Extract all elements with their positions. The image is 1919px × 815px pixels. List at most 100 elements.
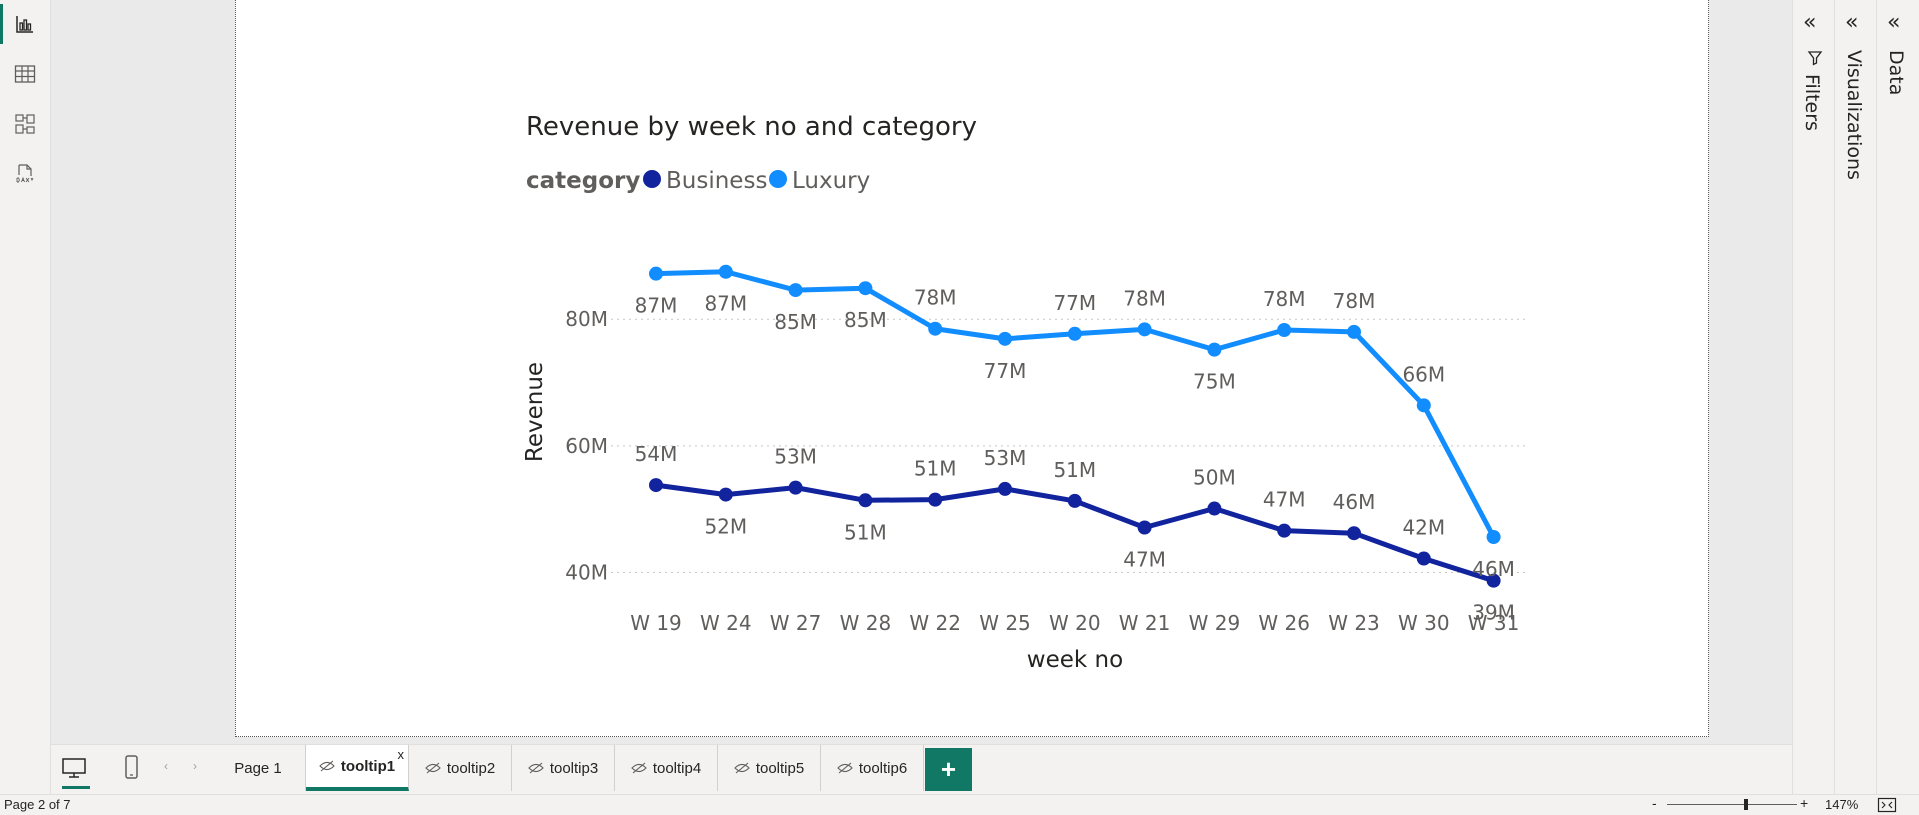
- page-tab-tooltip6[interactable]: tooltip6: [821, 745, 924, 791]
- chart-title: Revenue by week no and category: [526, 112, 977, 142]
- zoom-level: 147%: [1825, 797, 1859, 812]
- expand-data-icon[interactable]: «: [1887, 10, 1900, 35]
- data-label: Data: [1885, 50, 1907, 96]
- y-axis-ticks: 40M 60M 80M: [565, 307, 608, 584]
- fit-to-page-icon[interactable]: [1877, 797, 1897, 813]
- page-tab-label: tooltip3: [549, 759, 599, 777]
- model-view-button[interactable]: [0, 100, 50, 148]
- data-label: 85M: [774, 310, 817, 334]
- page-tab-label: Page 1: [234, 759, 282, 777]
- data-point[interactable]: [1347, 526, 1361, 541]
- data-point[interactable]: [1137, 520, 1152, 535]
- x-tick-label: W 25: [979, 611, 1031, 635]
- page-tab-tooltip3[interactable]: tooltip3: [512, 745, 615, 791]
- filters-pane[interactable]: « Filters: [1792, 0, 1834, 794]
- zoom-in-button[interactable]: +: [1800, 795, 1808, 811]
- hidden-page-icon: [837, 762, 853, 774]
- desktop-icon: [62, 758, 86, 778]
- data-point[interactable]: [718, 264, 733, 279]
- data-point[interactable]: [1416, 398, 1431, 413]
- data-point[interactable]: [858, 493, 873, 508]
- model-view-icon: [15, 114, 35, 134]
- add-page-button[interactable]: +: [925, 748, 972, 791]
- hidden-page-icon: [425, 762, 441, 774]
- data-label: 78M: [1123, 286, 1166, 310]
- status-bar: Page 2 of 7 - + 147%: [0, 794, 1919, 815]
- dax-query-button[interactable]: [0, 150, 50, 198]
- y-axis-title: Revenue: [522, 362, 548, 462]
- data-label: 46M: [1333, 490, 1376, 514]
- page-tab-tooltip1[interactable]: tooltip1 x: [306, 745, 409, 791]
- data-point[interactable]: [1416, 551, 1431, 566]
- desktop-layout-button[interactable]: [59, 753, 95, 789]
- zoom-slider-thumb[interactable]: [1744, 799, 1749, 810]
- data-label: 85M: [844, 308, 887, 332]
- series-luxury[interactable]: 87M 87M 85M 85M 78M 77M 77M 78M 75M 78M 78M 66M 46M: [635, 264, 1515, 581]
- legend-item-business[interactable]: Business: [643, 168, 767, 194]
- x-axis-ticks: W 19 W 24 W 27 W 28 W 22 W 25 W 20 W 21 W 29 W 26…: [630, 611, 1519, 635]
- legend-label-business: Business: [666, 168, 767, 194]
- table-view-button[interactable]: [0, 50, 50, 98]
- report-canvas-area: Revenue by week no and category category…: [51, 0, 1792, 744]
- visualizations-label: Visualizations: [1843, 50, 1865, 180]
- page-tab-label: tooltip2: [446, 759, 496, 777]
- data-point[interactable]: [649, 266, 663, 281]
- data-point[interactable]: [858, 281, 873, 296]
- data-point[interactable]: [1347, 324, 1361, 339]
- scroll-tabs-right-icon[interactable]: ›: [193, 759, 197, 773]
- x-tick-label: W 21: [1119, 611, 1171, 635]
- x-tick-label: W 22: [909, 611, 961, 635]
- data-point[interactable]: [1277, 322, 1292, 337]
- page-tab-tooltip2[interactable]: tooltip2: [409, 745, 512, 791]
- scroll-tabs-left-icon[interactable]: ‹: [164, 759, 168, 773]
- page-tab-label: tooltip4: [652, 759, 702, 777]
- data-point[interactable]: [998, 331, 1012, 346]
- data-point[interactable]: [788, 480, 803, 495]
- data-point[interactable]: [788, 283, 803, 298]
- data-label: 75M: [1193, 370, 1236, 394]
- data-point[interactable]: [1207, 501, 1222, 516]
- y-tick-label: 40M: [565, 560, 608, 584]
- page-tab-label: tooltip6: [858, 759, 908, 777]
- data-label: 47M: [1123, 548, 1166, 572]
- data-label: 87M: [704, 292, 747, 316]
- visualizations-pane[interactable]: « Visualizations: [1834, 0, 1876, 794]
- data-point[interactable]: [718, 487, 733, 502]
- gridlines: [611, 318, 1526, 573]
- report-page[interactable]: Revenue by week no and category category…: [235, 0, 1709, 737]
- data-point[interactable]: [1207, 342, 1222, 357]
- series-business[interactable]: 54M 52M 53M 51M 51M 53M 51M 47M 50M 47M 46M 42M 39M: [635, 442, 1515, 625]
- filters-label: Filters: [1801, 74, 1823, 131]
- data-label: 50M: [1193, 466, 1236, 490]
- data-point[interactable]: [649, 478, 663, 493]
- zoom-slider[interactable]: [1667, 799, 1797, 810]
- report-view-button[interactable]: [0, 0, 50, 48]
- hidden-page-icon: [631, 762, 647, 774]
- data-point[interactable]: [928, 321, 943, 336]
- legend-item-luxury[interactable]: Luxury: [769, 168, 870, 194]
- page-tab-label: tooltip5: [755, 759, 805, 777]
- mobile-layout-button[interactable]: [116, 753, 146, 785]
- expand-visualizations-icon[interactable]: «: [1845, 10, 1858, 35]
- data-point[interactable]: [1067, 493, 1082, 508]
- expand-filters-icon[interactable]: «: [1803, 10, 1816, 35]
- data-point[interactable]: [1486, 530, 1501, 545]
- filter-icon: [1807, 51, 1823, 66]
- page-tab-page-1[interactable]: Page 1: [211, 745, 306, 791]
- line-chart[interactable]: Revenue by week no and category category…: [236, 0, 1710, 737]
- data-point[interactable]: [928, 492, 943, 507]
- view-switcher: [0, 0, 51, 794]
- zoom-out-button[interactable]: -: [1652, 795, 1657, 811]
- data-label: 77M: [1053, 291, 1096, 315]
- data-pane[interactable]: « Data: [1876, 0, 1919, 794]
- data-point[interactable]: [1067, 326, 1082, 341]
- legend-title: category: [526, 168, 640, 194]
- data-point[interactable]: [1277, 523, 1292, 538]
- page-tab-tooltip5[interactable]: tooltip5: [718, 745, 821, 791]
- x-axis-title: week no: [1027, 647, 1123, 673]
- data-point[interactable]: [1137, 322, 1152, 337]
- data-point[interactable]: [998, 481, 1012, 496]
- page-tab-tooltip4[interactable]: tooltip4: [615, 745, 718, 791]
- y-tick-label: 60M: [565, 434, 608, 458]
- close-tab-icon[interactable]: x: [398, 747, 405, 762]
